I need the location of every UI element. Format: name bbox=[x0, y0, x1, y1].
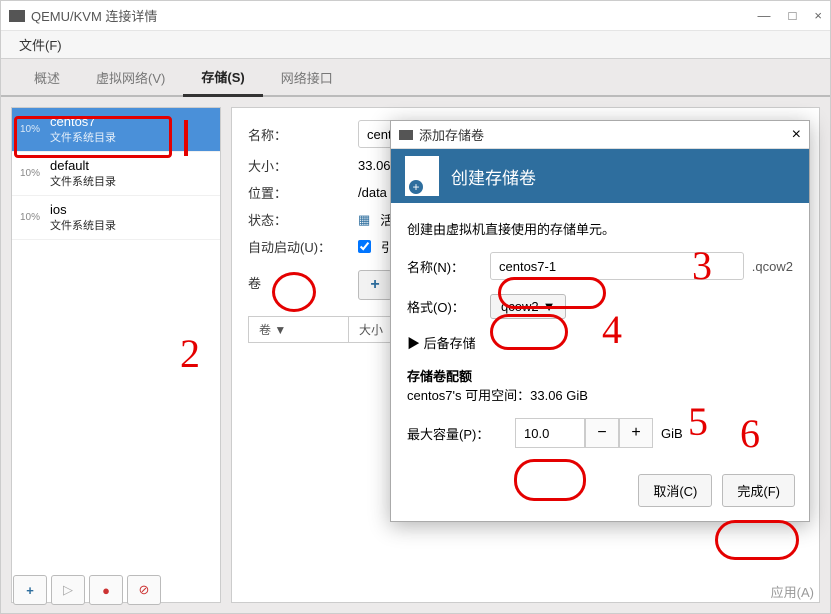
pool-name: centos7 bbox=[50, 114, 116, 129]
vol-name-label: 名称(N)： bbox=[407, 257, 482, 276]
tab-storage[interactable]: 存储(S) bbox=[183, 59, 262, 97]
maxcap-increase[interactable]: + bbox=[619, 418, 653, 448]
pool-usage: 10% bbox=[20, 168, 44, 179]
minimize-button[interactable]: — bbox=[758, 8, 771, 23]
pool-centos7[interactable]: 10% centos7 文件系统目录 bbox=[12, 108, 220, 152]
tab-netif[interactable]: 网络接口 bbox=[263, 60, 351, 95]
pool-type: 文件系统目录 bbox=[50, 129, 116, 145]
add-pool-button[interactable]: + bbox=[13, 575, 47, 605]
col-volume[interactable]: 卷 ▼ bbox=[249, 317, 349, 342]
finish-button[interactable]: 完成(F) bbox=[722, 474, 795, 507]
vol-format-value: qcow2 bbox=[501, 299, 539, 314]
maxcap-unit: GiB bbox=[661, 426, 683, 441]
dialog-description: 创建由虚拟机直接使用的存储单元。 bbox=[407, 219, 793, 238]
dialog-icon bbox=[399, 130, 413, 140]
vol-name-ext: .qcow2 bbox=[752, 259, 793, 274]
dialog-close-button[interactable]: × bbox=[792, 126, 801, 144]
dialog-title: 添加存储卷 bbox=[419, 125, 792, 144]
window-title: QEMU/KVM 连接详情 bbox=[31, 6, 758, 25]
dialog-header-text: 创建存储卷 bbox=[451, 164, 536, 189]
autostart-checkbox[interactable] bbox=[358, 240, 371, 253]
pool-type: 文件系统目录 bbox=[50, 173, 116, 189]
maxcap-label: 最大容量(P)： bbox=[407, 424, 507, 443]
storage-pool-list: 10% centos7 文件系统目录 10% default 文件系统目录 10… bbox=[11, 107, 221, 603]
start-pool-button[interactable]: ▷ bbox=[51, 575, 85, 605]
pool-ios[interactable]: 10% ios 文件系统目录 bbox=[12, 196, 220, 240]
tab-overview[interactable]: 概述 bbox=[16, 60, 78, 95]
add-volume-dialog: 添加存储卷 × 创建存储卷 创建由虚拟机直接使用的存储单元。 名称(N)： .q… bbox=[390, 120, 810, 522]
chevron-down-icon: ▼ bbox=[543, 299, 556, 314]
pool-name: default bbox=[50, 158, 116, 173]
maxcap-decrease[interactable]: − bbox=[585, 418, 619, 448]
close-button[interactable]: × bbox=[814, 8, 822, 23]
backing-store-expander[interactable]: ▶ 后备存储 bbox=[407, 333, 793, 352]
titlebar: QEMU/KVM 连接详情 — □ × bbox=[1, 1, 830, 31]
apply-button[interactable]: 应用(A) bbox=[771, 582, 814, 601]
document-add-icon bbox=[405, 156, 439, 196]
pool-type: 文件系统目录 bbox=[50, 217, 116, 233]
add-volume-button[interactable]: + bbox=[358, 270, 392, 300]
menu-file[interactable]: 文件(F) bbox=[11, 32, 70, 57]
delete-pool-button[interactable]: ⊘ bbox=[127, 575, 161, 605]
autostart-label: 自动启动(U)： bbox=[248, 237, 348, 256]
cancel-button[interactable]: 取消(C) bbox=[638, 474, 712, 507]
menubar: 文件(F) bbox=[1, 31, 830, 59]
size-label: 大小： bbox=[248, 156, 348, 175]
pool-usage: 10% bbox=[20, 124, 44, 135]
vol-format-label: 格式(O)： bbox=[407, 297, 482, 316]
bottom-toolbar: + ▷ ● ⊘ bbox=[13, 575, 161, 605]
location-value: /data bbox=[358, 185, 387, 200]
quota-desc: centos7's 可用空间：33.06 GiB bbox=[407, 385, 793, 404]
vol-format-combo[interactable]: qcow2 ▼ bbox=[490, 294, 566, 319]
vol-name-input[interactable] bbox=[490, 252, 744, 280]
maxcap-input[interactable] bbox=[515, 418, 585, 448]
quota-title: 存储卷配额 bbox=[407, 366, 793, 385]
app-icon bbox=[9, 10, 25, 22]
dialog-header: 创建存储卷 bbox=[391, 149, 809, 203]
stop-pool-button[interactable]: ● bbox=[89, 575, 123, 605]
state-label: 状态： bbox=[248, 210, 348, 229]
dialog-titlebar: 添加存储卷 × bbox=[391, 121, 809, 149]
volume-label: 卷 bbox=[248, 273, 348, 292]
size-value: 33.06 bbox=[358, 158, 391, 173]
tab-vnets[interactable]: 虚拟网络(V) bbox=[78, 60, 183, 95]
maxcap-stepper: − + bbox=[515, 418, 653, 448]
pool-name: ios bbox=[50, 202, 116, 217]
tab-bar: 概述 虚拟网络(V) 存储(S) 网络接口 bbox=[1, 59, 830, 97]
pool-default[interactable]: 10% default 文件系统目录 bbox=[12, 152, 220, 196]
name-label: 名称： bbox=[248, 125, 348, 144]
pool-usage: 10% bbox=[20, 212, 44, 223]
maximize-button[interactable]: □ bbox=[789, 8, 797, 23]
location-label: 位置： bbox=[248, 183, 348, 202]
